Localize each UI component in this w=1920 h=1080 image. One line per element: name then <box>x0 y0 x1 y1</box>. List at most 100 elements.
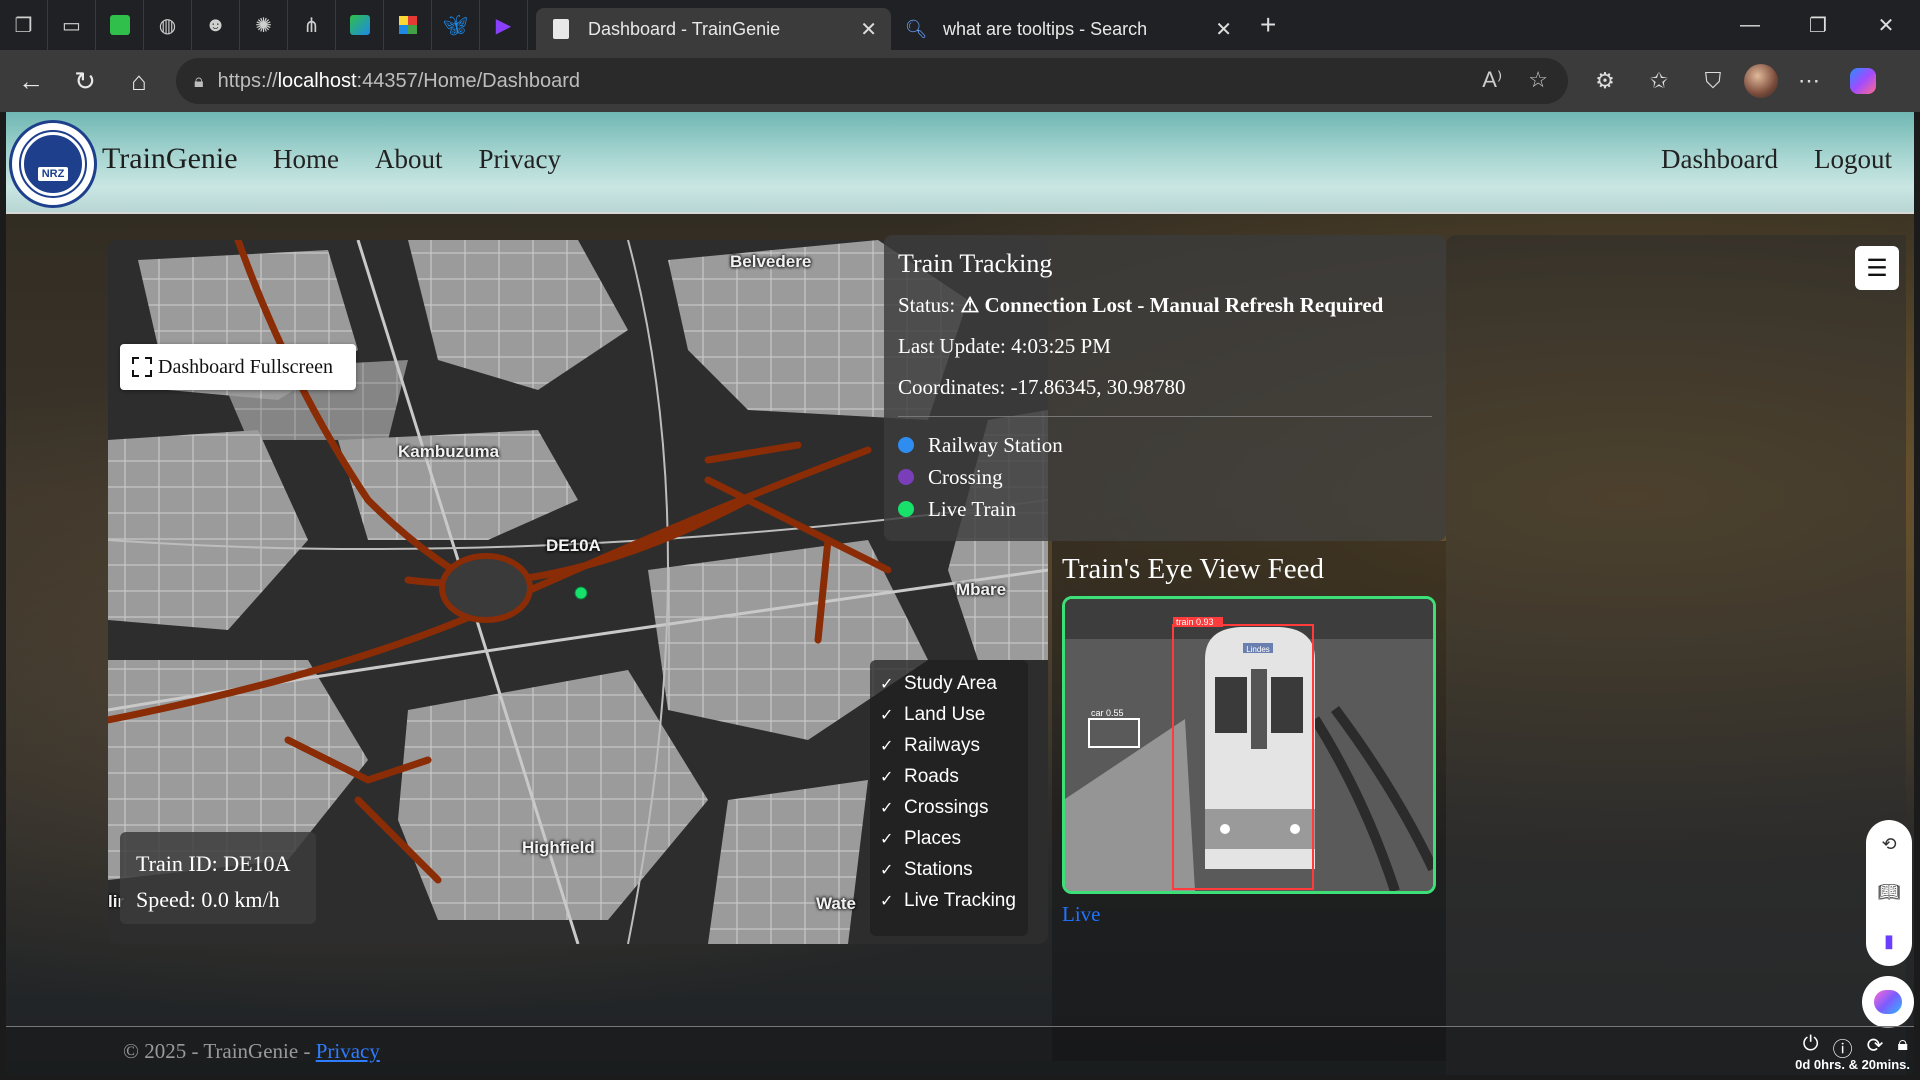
profile-avatar[interactable] <box>1744 64 1778 98</box>
tracking-title: Train Tracking <box>898 249 1053 278</box>
layer-live-tracking[interactable]: ✓ Live Tracking <box>880 885 1018 916</box>
home-icon[interactable]: ⌂ <box>112 54 166 108</box>
divider <box>898 416 1432 417</box>
close-tab-icon[interactable]: ✕ <box>1215 17 1232 42</box>
nav-about[interactable]: About <box>375 144 443 175</box>
legend-live-train: Live Train <box>898 493 1432 525</box>
workspaces-icon[interactable]: ❐ <box>0 0 48 50</box>
read-aloud-icon[interactable]: A⁾ <box>1482 67 1502 93</box>
copilot-brain-button[interactable] <box>1862 976 1914 1028</box>
favorites-icon[interactable]: ✩ <box>1636 58 1682 104</box>
pinned-tab-globe-icon[interactable]: ◍ <box>144 0 192 50</box>
train-eye-view-feed: Train's Eye View Feed Lindes train 0.93 … <box>1052 541 1446 1061</box>
checkbox-checked-icon[interactable]: ✓ <box>880 891 894 911</box>
nav-dashboard[interactable]: Dashboard <box>1661 144 1778 175</box>
train-id: Train ID: DE10A <box>136 851 291 876</box>
nav-logout[interactable]: Logout <box>1814 144 1892 175</box>
bookmark-icon[interactable]: ▮ <box>1884 931 1894 952</box>
train-info-overlay: Train ID: DE10A Speed: 0.0 km/h <box>120 832 316 924</box>
browser-essentials-icon[interactable]: ⛉ <box>1690 58 1736 104</box>
layer-study-area[interactable]: ✓ Study Area <box>880 668 1018 699</box>
reading-view-icon[interactable]: 📖︎ <box>1878 882 1901 903</box>
place-label: Kambuzuma <box>398 442 500 461</box>
refresh-icon[interactable]: ↻ <box>58 54 112 108</box>
layer-crossings[interactable]: ✓ Crossings <box>880 792 1018 823</box>
back-icon[interactable]: ← <box>4 54 58 108</box>
place-label: Mbare <box>956 580 1007 599</box>
pinned-tab-grid-icon[interactable] <box>384 0 432 50</box>
legend-crossing: Crossing <box>898 461 1432 493</box>
crossing-dot-icon <box>898 469 914 485</box>
footer-text: © 2025 - TrainGenie - Privacy <box>123 1039 380 1063</box>
nav-privacy[interactable]: Privacy <box>478 144 560 175</box>
menu-icon: ☰ <box>1866 254 1888 282</box>
hamburger-menu-button[interactable]: ☰ <box>1855 246 1899 290</box>
edge-sidebar: ⟲ 📖︎ ▮ <box>1866 820 1912 966</box>
tab-title: what are tooltips - Search <box>943 18 1148 39</box>
checkbox-checked-icon[interactable]: ✓ <box>880 674 894 694</box>
site-navbar: NRZ TrainGenie Home About Privacy Dashbo… <box>6 112 1914 214</box>
station-dot-icon <box>898 437 914 453</box>
status-value: ⚠ Connection Lost - Manual Refresh Requi… <box>960 293 1384 317</box>
live-indicator[interactable]: Live <box>1062 902 1436 927</box>
restore-icon[interactable]: ❐ <box>1784 0 1852 50</box>
browser-tab-bar: ❐ ▭ ◍ ☻ ✺ ⋔ 🦋︎ ▶ Dashboard - TrainGenie … <box>0 0 1920 50</box>
layer-land-use[interactable]: ✓ Land Use <box>880 699 1018 730</box>
train-camera-image: Lindes train 0.93 car 0.55 <box>1065 599 1433 891</box>
close-tab-icon[interactable]: ✕ <box>860 17 877 42</box>
checkbox-checked-icon[interactable]: ✓ <box>880 705 894 725</box>
nav-home[interactable]: Home <box>273 144 339 175</box>
tab-actions-icon[interactable]: ▭ <box>48 0 96 50</box>
page-content: NRZ TrainGenie Home About Privacy Dashbo… <box>6 112 1914 1075</box>
logo-text: NRZ <box>37 167 69 181</box>
minimize-icon[interactable]: — <box>1716 0 1784 50</box>
pinned-tab-play-purple-icon[interactable]: ▶ <box>480 0 528 50</box>
tab-search[interactable]: 🔍︎ what are tooltips - Search ✕ <box>891 8 1246 50</box>
layer-railways[interactable]: ✓ Railways <box>880 730 1018 761</box>
lock-icon: 🔒︎ <box>194 70 204 91</box>
close-window-icon[interactable]: ✕ <box>1852 0 1920 50</box>
url-scheme: https:// <box>217 69 278 92</box>
extensions-icon[interactable]: ⚙ <box>1582 58 1628 104</box>
pinned-tab-robot-icon[interactable]: ☻ <box>192 0 240 50</box>
nrz-logo[interactable]: NRZ <box>9 120 97 208</box>
tab-dashboard[interactable]: Dashboard - TrainGenie ✕ <box>536 8 891 50</box>
feed-title: Train's Eye View Feed <box>1062 553 1325 585</box>
tab-title: Dashboard - TrainGenie <box>588 18 781 39</box>
layer-control: ✓ Study Area ✓ Land Use ✓ Railways ✓ Roads ✓… <box>870 660 1028 936</box>
place-label: Highfield <box>522 838 595 857</box>
detection-train-label: train 0.93 <box>1176 617 1214 627</box>
checkbox-checked-icon[interactable]: ✓ <box>880 860 894 880</box>
checkbox-checked-icon[interactable]: ✓ <box>880 829 894 849</box>
legend-railway-station: Railway Station <box>898 429 1432 461</box>
pinned-tab-android-icon[interactable] <box>96 0 144 50</box>
copilot-icon[interactable] <box>1840 58 1886 104</box>
new-tab-icon[interactable]: + <box>1260 9 1276 41</box>
pinned-tab-bluesky-icon[interactable]: 🦋︎ <box>432 0 480 50</box>
checkbox-checked-icon[interactable]: ✓ <box>880 736 894 756</box>
brand-link[interactable]: TrainGenie <box>102 142 238 176</box>
live-train-dot-icon <box>898 501 914 517</box>
brain-icon <box>1874 990 1902 1014</box>
url-input[interactable]: 🔒︎ https://localhost:44357/Home/Dashboar… <box>176 58 1568 104</box>
detection-car-label: car 0.55 <box>1091 708 1124 718</box>
layer-roads[interactable]: ✓ Roads <box>880 761 1018 792</box>
translate-icon[interactable]: ⟲ <box>1881 834 1896 855</box>
camera-feed-image[interactable]: Lindes train 0.93 car 0.55 <box>1062 596 1436 894</box>
footer-privacy-link[interactable]: Privacy <box>316 1039 380 1063</box>
last-update: Last Update: 4:03:25 PM <box>898 334 1111 358</box>
train-speed: Speed: 0.0 km/h <box>136 887 280 912</box>
dashboard-fullscreen-button[interactable]: Dashboard Fullscreen <box>120 344 356 390</box>
favorite-star-icon[interactable]: ☆ <box>1528 67 1548 93</box>
pinned-tab-play-icon[interactable] <box>336 0 384 50</box>
checkbox-checked-icon[interactable]: ✓ <box>880 798 894 818</box>
train-tracking-panel: Train Tracking Status: ⚠ Connection Lost… <box>884 235 1446 541</box>
layer-places[interactable]: ✓ Places <box>880 823 1018 854</box>
pinned-tab-tree-icon[interactable]: ⋔ <box>288 0 336 50</box>
layer-stations[interactable]: ✓ Stations <box>880 854 1018 885</box>
checkbox-checked-icon[interactable]: ✓ <box>880 767 894 787</box>
fullscreen-label: Dashboard Fullscreen <box>158 355 333 378</box>
more-menu-icon[interactable]: ⋯ <box>1786 58 1832 104</box>
side-panel <box>1446 235 1906 1075</box>
pinned-tab-openai-icon[interactable]: ✺ <box>240 0 288 50</box>
